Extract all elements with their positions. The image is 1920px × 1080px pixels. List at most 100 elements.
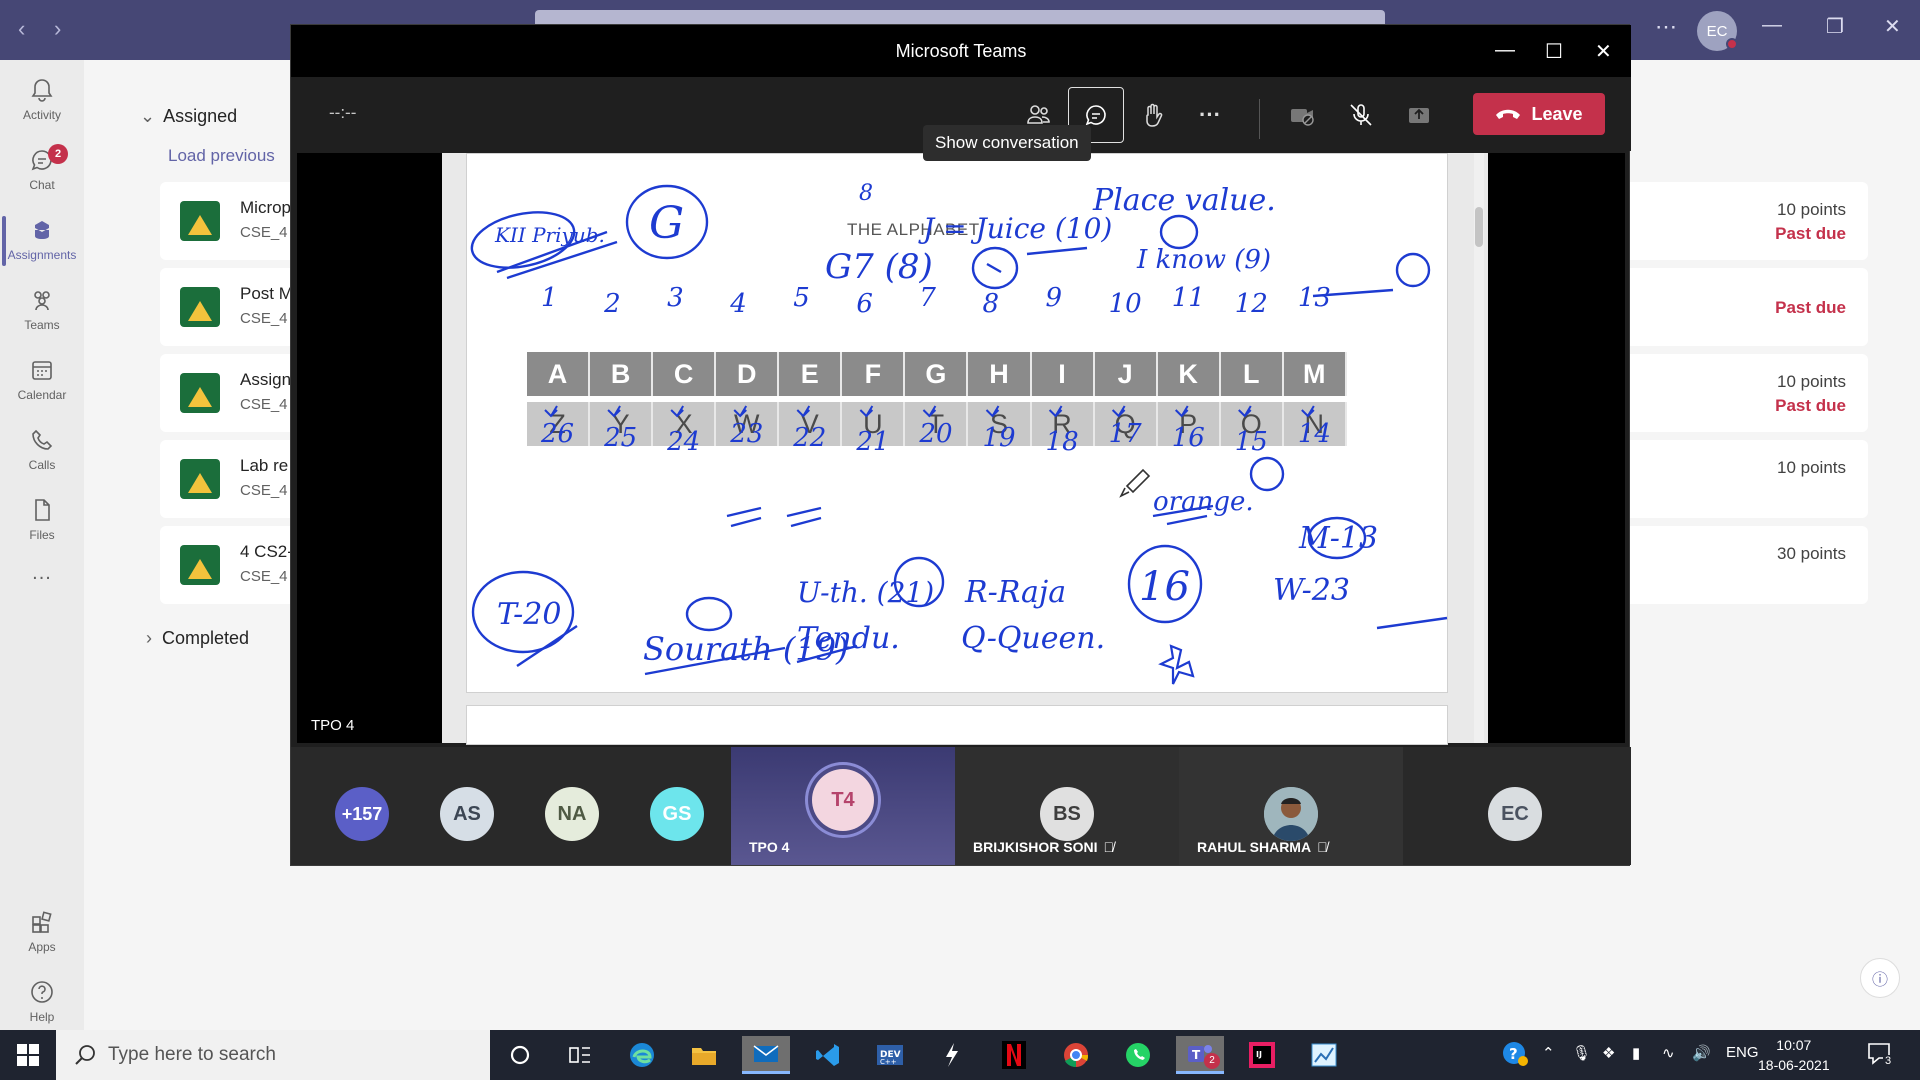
teams-taskbar-button[interactable]: T 2 — [1176, 1036, 1224, 1074]
class-thumbnail — [180, 373, 220, 413]
chevron-right-icon: › — [146, 628, 152, 648]
mic-off-icon: 🎙̸ — [1317, 839, 1328, 855]
notifications-button[interactable]: 3 — [1866, 1040, 1894, 1070]
rail-item-files[interactable]: Files — [0, 488, 84, 554]
microphone-tray-icon[interactable]: 🎙 — [1572, 1044, 1591, 1062]
forward-arrow-icon[interactable]: › — [54, 16, 61, 42]
file-explorer-button[interactable] — [680, 1036, 728, 1074]
devcpp-button[interactable]: DEV C++ — [866, 1036, 914, 1074]
app-bolt-button[interactable] — [928, 1036, 976, 1074]
vscode-button[interactable] — [804, 1036, 852, 1074]
show-hidden-icons[interactable]: ⌃ — [1542, 1044, 1555, 1062]
edge-icon — [630, 1043, 654, 1067]
assigned-section-toggle[interactable]: ⌄ Assigned — [140, 106, 237, 127]
ink-arrow — [859, 405, 874, 418]
hand-icon — [1146, 103, 1163, 127]
chrome-button[interactable] — [1052, 1036, 1100, 1074]
chat-badge: 2 — [48, 144, 68, 164]
rail-label: Help — [29, 1010, 55, 1024]
meeting-close-icon[interactable]: ✕ — [1595, 39, 1612, 64]
taskbar-search[interactable]: Type here to search — [56, 1030, 490, 1080]
rail-item-calls[interactable]: Calls — [0, 418, 84, 484]
close-icon[interactable]: ✕ — [1884, 14, 1901, 39]
chrome-icon — [1064, 1043, 1089, 1068]
rail-item-calendar[interactable]: Calendar — [0, 348, 84, 414]
ink-number-top: 13 — [1298, 283, 1331, 313]
user-avatar[interactable]: EC — [1697, 11, 1738, 51]
windows-start-button[interactable] — [4, 1036, 52, 1074]
more-options-icon[interactable]: ⋯ — [1655, 14, 1678, 40]
intellij-button[interactable]: IJ — [1238, 1036, 1286, 1074]
assignment-points: 10 points — [1777, 458, 1846, 477]
self-avatar[interactable]: EC — [1488, 787, 1542, 841]
ink-number-top: 8 — [982, 289, 999, 319]
cortana-button[interactable] — [496, 1036, 544, 1074]
battery-icon[interactable]: ▮ — [1632, 1044, 1640, 1062]
ink-arrow — [670, 405, 684, 418]
netflix-button[interactable] — [990, 1036, 1038, 1074]
assignment-status: Past due — [1775, 224, 1846, 243]
note-g7: G7 (8) — [825, 247, 933, 287]
participant-tile-tpo4[interactable]: T4 TPO 4 — [731, 747, 955, 865]
mail-icon — [753, 1044, 779, 1062]
assignment-class: CSE_4 — [240, 396, 288, 413]
meeting-maximize-icon[interactable]: ☐ — [1545, 39, 1563, 64]
note-j-juice: J = Juice (10) — [918, 212, 1112, 245]
participant-name-text: RAHUL SHARMA — [1197, 839, 1312, 855]
microphone-button[interactable] — [1333, 87, 1389, 143]
completed-section-toggle[interactable]: › Completed — [146, 628, 249, 649]
ink-number-top: 10 — [1109, 289, 1142, 319]
overflow-participants-button[interactable]: +157 — [335, 787, 389, 841]
participant-name: RAHUL SHARMA 🎙̸ — [1197, 839, 1328, 855]
ink-arrows — [544, 405, 1315, 418]
assignment-title: Lab re — [240, 456, 289, 475]
task-view-button[interactable] — [556, 1036, 604, 1074]
load-previous-link[interactable]: Load previous — [168, 146, 275, 166]
minimize-icon[interactable]: — — [1762, 14, 1782, 37]
participant-avatar[interactable]: NA — [545, 787, 599, 841]
participant-tile-brijkishor[interactable]: BS BRIJKISHOR SONI 🎙̸ — [955, 747, 1179, 865]
note-w23: W-23 — [1273, 573, 1350, 608]
rail-item-help[interactable]: Help — [0, 970, 84, 1036]
raise-hand-button[interactable] — [1125, 87, 1181, 143]
rail-item-chat[interactable]: 2 Chat — [0, 138, 84, 204]
language-indicator[interactable]: ENG — [1726, 1044, 1759, 1061]
dropbox-icon[interactable]: ❖ — [1602, 1044, 1615, 1062]
ink-number-top: 1 — [541, 283, 558, 313]
document-scrollbar[interactable] — [1474, 153, 1484, 743]
rail-item-activity[interactable]: Activity — [0, 68, 84, 134]
share-icon — [1409, 108, 1429, 123]
rail-item-assignments[interactable]: Assignments — [0, 208, 84, 274]
restore-icon[interactable]: ❐ — [1826, 14, 1844, 39]
whatsapp-button[interactable] — [1114, 1036, 1162, 1074]
file-icon — [35, 499, 50, 521]
assignment-title: 4 CS2- — [240, 542, 293, 561]
camera-button[interactable] — [1274, 87, 1330, 143]
ink-number-bottom: 21 — [855, 427, 889, 457]
bolt-icon — [946, 1043, 958, 1067]
meeting-minimize-icon[interactable]: — — [1495, 39, 1515, 62]
volume-icon[interactable]: 🔊 — [1692, 1044, 1711, 1062]
leave-button[interactable]: Leave — [1473, 93, 1605, 135]
more-actions-button[interactable]: ··· — [1182, 87, 1238, 143]
clock[interactable]: 10:07 18-06-2021 — [1758, 1035, 1830, 1075]
wifi-icon[interactable]: ∿ — [1662, 1044, 1675, 1062]
info-button[interactable]: ⓘ — [1860, 958, 1900, 998]
scrollbar-thumb[interactable] — [1475, 207, 1483, 247]
participant-avatar[interactable]: AS — [440, 787, 494, 841]
handwriting-annotations: 1 2 3 4 5 6 7 8 9 10 11 12 13 26 25 24 23 22 21 20 19 18 17 16… — [470, 181, 1448, 685]
help-tray-icon[interactable]: ? — [1502, 1040, 1528, 1070]
mail-button[interactable] — [742, 1036, 790, 1074]
share-button[interactable] — [1391, 87, 1447, 143]
participant-avatar[interactable]: GS — [650, 787, 704, 841]
participant-tile-rahul[interactable]: RAHUL SHARMA 🎙̸ — [1179, 747, 1403, 865]
rail-item-apps[interactable]: Apps — [0, 900, 84, 966]
rail-item-teams[interactable]: Teams — [0, 278, 84, 344]
back-arrow-icon[interactable]: ‹ — [18, 16, 25, 42]
rail-more-apps[interactable]: ... — [0, 562, 84, 628]
azure-data-studio-button[interactable] — [1300, 1036, 1348, 1074]
class-thumbnail — [180, 201, 220, 241]
participant-name-text: TPO 4 — [749, 839, 790, 855]
edge-button[interactable] — [618, 1036, 666, 1074]
ink-star — [1158, 644, 1195, 685]
